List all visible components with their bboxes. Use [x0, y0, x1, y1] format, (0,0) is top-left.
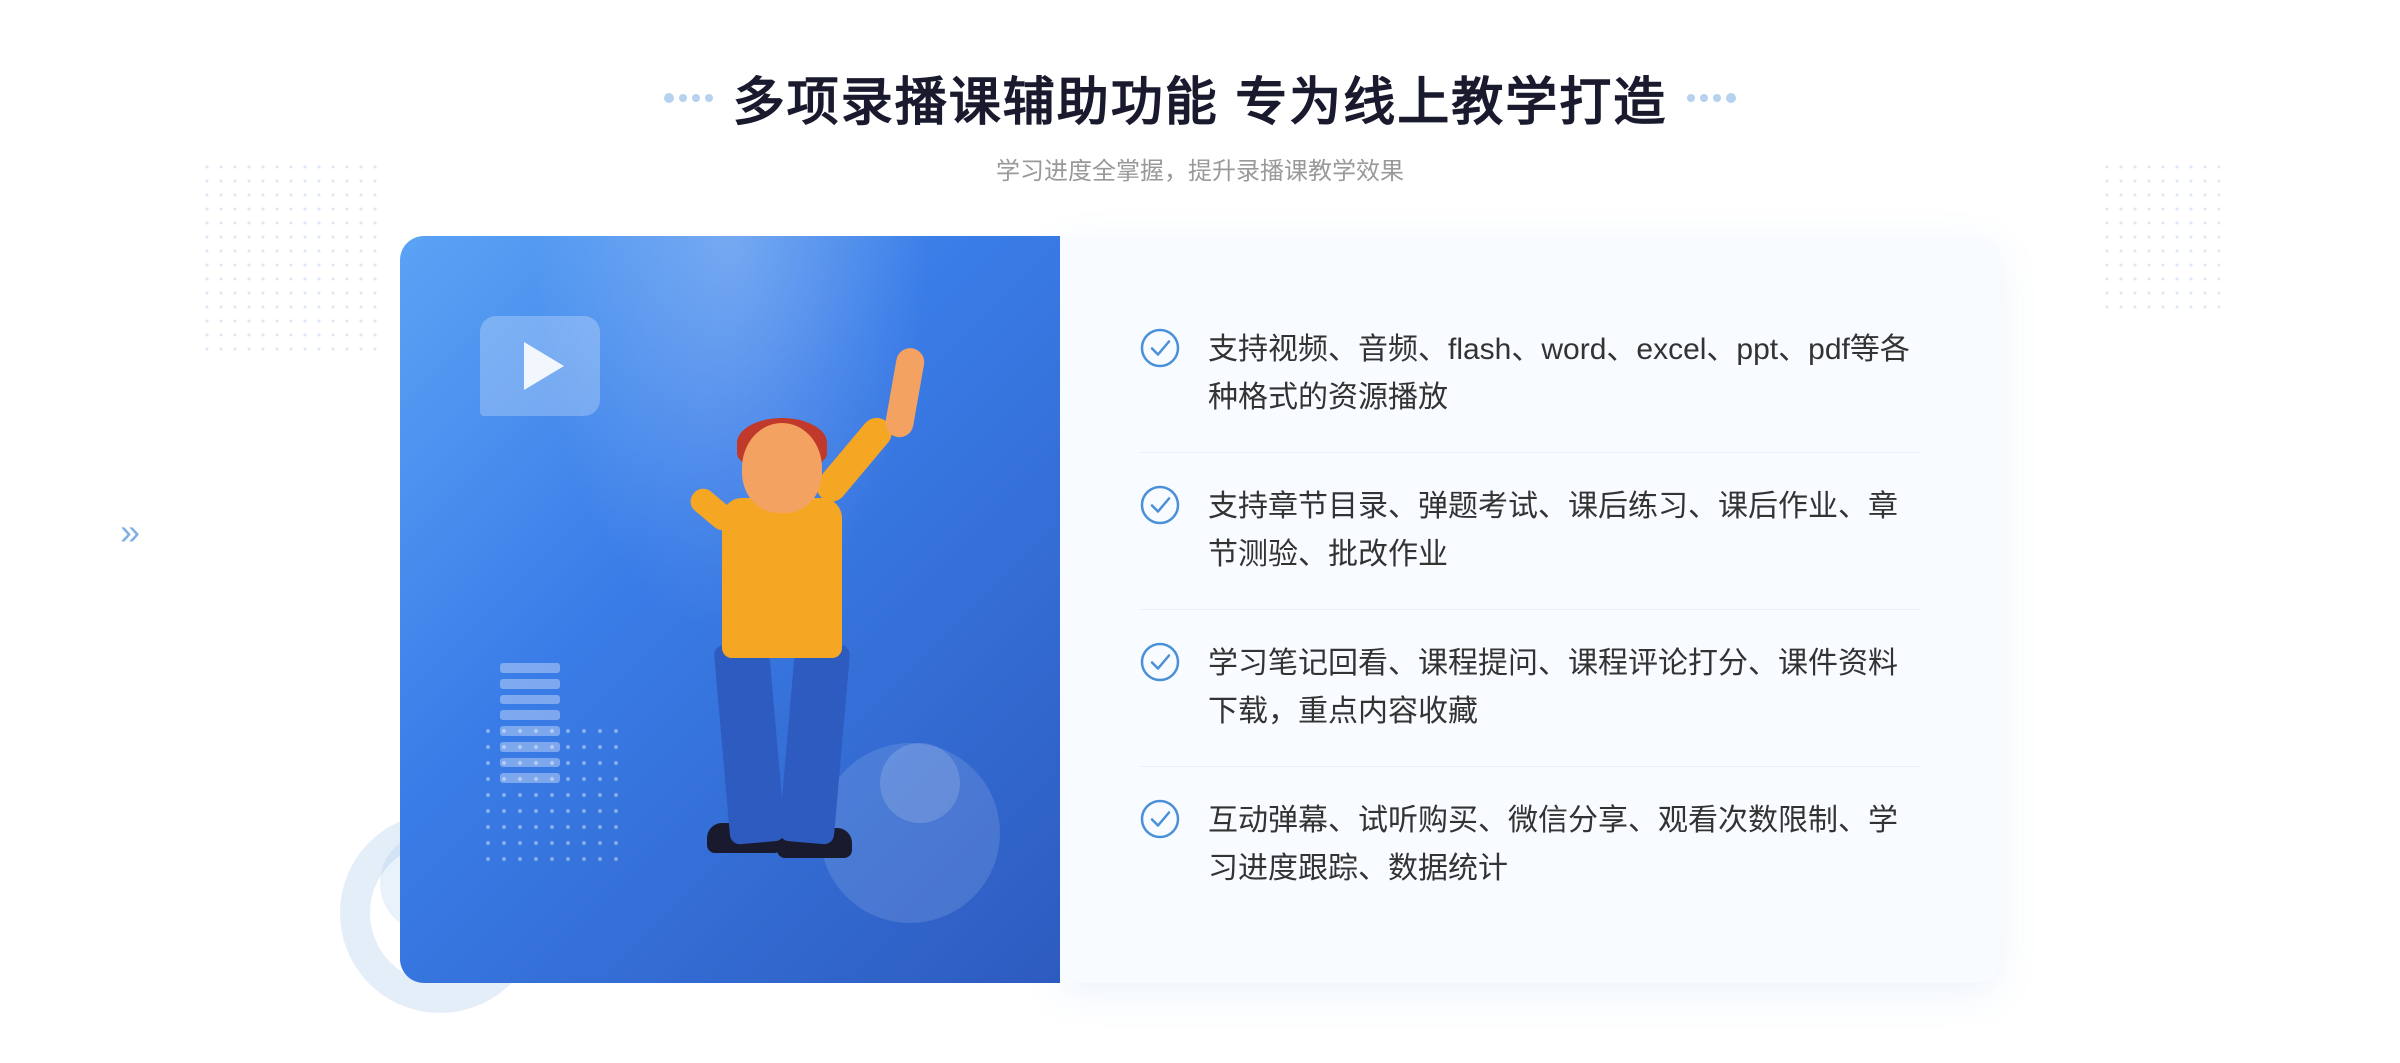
person-body: [722, 498, 842, 658]
feature-item-4: 互动弹幕、试听购买、微信分享、观看次数限制、学习进度跟踪、数据统计: [1140, 767, 1920, 923]
play-bubble: [480, 316, 600, 416]
person-leg-left: [713, 641, 785, 845]
page-header: 多项录播课辅助功能 专为线上教学打造 学习进度全掌握，提升录播课教学效果: [664, 60, 1736, 186]
illus-stripes: [500, 663, 560, 783]
page-title: 多项录播课辅助功能 专为线上教学打造: [733, 60, 1667, 135]
feature-text-2: 支持章节目录、弹题考试、课后练习、课后作业、章节测验、批改作业: [1208, 483, 1920, 579]
chevron-right-icon: »: [120, 511, 140, 553]
illustration-panel: [400, 236, 1060, 983]
content-area: 支持视频、音频、flash、word、excel、ppt、pdf等各种格式的资源…: [400, 236, 2000, 983]
play-triangle-icon: [524, 342, 564, 390]
person-head: [742, 423, 822, 513]
person-leg-right: [778, 641, 850, 845]
page-subtitle: 学习进度全掌握，提升录播课教学效果: [664, 151, 1736, 186]
feature-item-1: 支持视频、音频、flash、word、excel、ppt、pdf等各种格式的资源…: [1140, 296, 1920, 453]
features-panel: 支持视频、音频、flash、word、excel、ppt、pdf等各种格式的资源…: [1060, 236, 2000, 983]
feature-text-1: 支持视频、音频、flash、word、excel、ppt、pdf等各种格式的资源…: [1208, 326, 1920, 422]
feature-item-3: 学习笔记回看、课程提问、课程评论打分、课件资料下载，重点内容收藏: [1140, 610, 1920, 767]
decorative-dots-left: [200, 160, 380, 360]
check-circle-icon-4: [1140, 799, 1180, 839]
feature-item-2: 支持章节目录、弹题考试、课后练习、课后作业、章节测验、批改作业: [1140, 453, 1920, 610]
check-circle-icon-1: [1140, 328, 1180, 368]
feature-text-4: 互动弹幕、试听购买、微信分享、观看次数限制、学习进度跟踪、数据统计: [1208, 797, 1920, 893]
check-circle-icon-3: [1140, 642, 1180, 682]
content-wrapper: 支持视频、音频、flash、word、excel、ppt、pdf等各种格式的资源…: [400, 236, 2000, 983]
page-wrapper: » 多项录播课辅助功能 专为线上教学打造 学习进度全掌握，提升录播课教学效果: [0, 0, 2400, 1063]
decorative-dots-right: [2100, 160, 2220, 310]
title-dots-left: [664, 93, 713, 103]
check-circle-icon-2: [1140, 485, 1180, 525]
title-dots-right: [1687, 93, 1736, 103]
feature-text-3: 学习笔记回看、课程提问、课程评论打分、课件资料下载，重点内容收藏: [1208, 640, 1920, 736]
person-illustration: [602, 403, 922, 983]
title-row: 多项录播课辅助功能 专为线上教学打造: [664, 60, 1736, 135]
